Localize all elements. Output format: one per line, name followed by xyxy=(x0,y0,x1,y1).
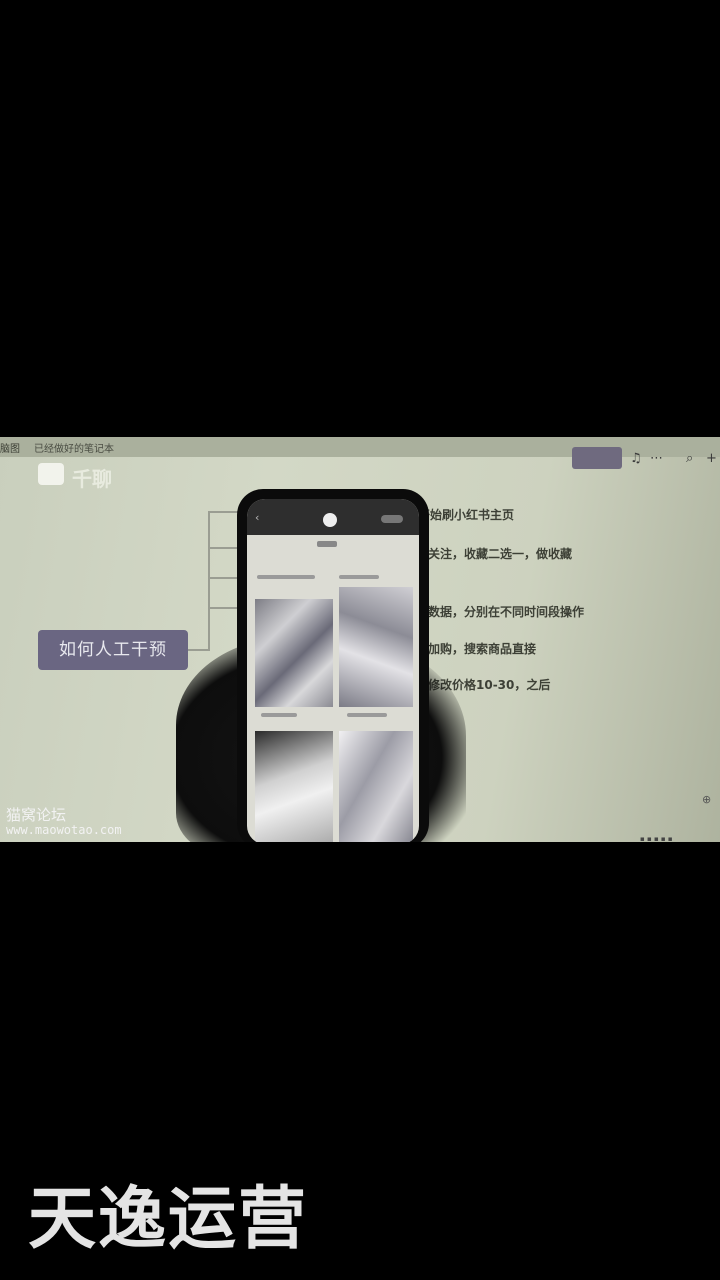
connector-line xyxy=(208,511,210,651)
mindmap-central-node: 如何人工干预 xyxy=(38,630,188,670)
mindmap-branch-2: 关注，收藏二选一，做收藏 xyxy=(428,547,573,561)
feed-card-image xyxy=(255,599,333,707)
camera-icon xyxy=(323,513,337,527)
phone-screen: ‹ xyxy=(247,499,419,842)
help-icon: ⊕ xyxy=(702,793,712,806)
feed-card-image xyxy=(339,731,413,842)
phone-tab xyxy=(317,541,337,547)
add-icon: + xyxy=(706,451,717,466)
phone-action-icon xyxy=(381,515,403,523)
monitor-top-left-text: 脑图 xyxy=(0,444,20,455)
app-logo-icon xyxy=(38,463,64,485)
feed-card-image xyxy=(255,731,333,842)
mindmap-branch-1: 开始刷小红书主页 xyxy=(418,508,515,522)
watermark-url: www.maowotao.com xyxy=(6,823,122,837)
phone-header: ‹ xyxy=(247,499,419,535)
card-caption xyxy=(261,713,297,717)
video-frame: 脑图 已经做好的笔记本 千聊 ♫ ⋯ ⌕ + 如何人工干预 开始刷小红书主页 关… xyxy=(0,437,720,842)
share-button xyxy=(572,447,622,469)
connector-line xyxy=(188,649,210,651)
search-icon: ⌕ xyxy=(686,451,694,466)
bell-icon: ♫ xyxy=(630,451,642,466)
feed-card-image xyxy=(339,587,413,707)
back-icon: ‹ xyxy=(255,511,260,524)
card-caption xyxy=(347,713,387,717)
app-name: 千聊 xyxy=(72,467,112,491)
watermark-site-name: 猫窝论坛 xyxy=(6,806,67,824)
monitor-doc-title: 已经做好的笔记本 xyxy=(34,444,114,455)
card-caption xyxy=(257,575,315,579)
more-icon: ⋯ xyxy=(650,451,663,466)
video-caption: 天逸运营 xyxy=(28,1180,309,1259)
taskbar-icons: ▪ ▪ ▪ ▪ ▪ xyxy=(640,835,673,842)
smartphone: ‹ xyxy=(237,489,429,842)
mindmap-branch-4: 加购，搜索商品直接 xyxy=(428,642,537,656)
mindmap-branch-3: 数据，分别在不同时间段操作 xyxy=(428,605,585,619)
card-caption xyxy=(339,575,379,579)
